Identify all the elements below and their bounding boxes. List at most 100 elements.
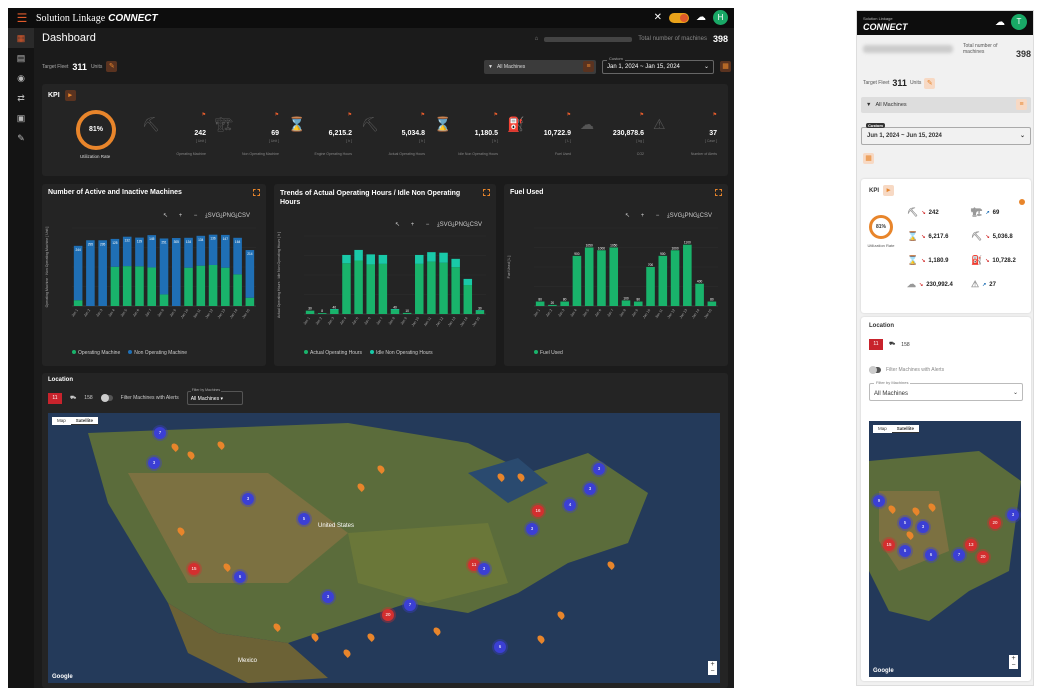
machine-cluster-marker[interactable]: 4 xyxy=(564,499,576,511)
bar[interactable] xyxy=(171,238,181,306)
bar[interactable] xyxy=(633,301,643,306)
bar[interactable] xyxy=(233,274,242,306)
bar[interactable] xyxy=(670,250,680,306)
bar[interactable] xyxy=(73,300,83,306)
bar[interactable] xyxy=(98,240,107,306)
expand-icon[interactable] xyxy=(253,189,260,196)
calendar-button[interactable]: ▦ xyxy=(720,61,731,72)
machine-cluster-marker[interactable]: 6 xyxy=(925,549,937,561)
bar[interactable] xyxy=(147,267,157,306)
bar[interactable] xyxy=(572,255,582,306)
bar[interactable] xyxy=(196,265,206,306)
bar[interactable] xyxy=(86,240,95,306)
alert-cluster-marker[interactable]: 16 xyxy=(532,505,544,517)
bar[interactable] xyxy=(342,254,351,264)
alert-cluster-marker[interactable]: 20 xyxy=(382,609,394,621)
bar[interactable] xyxy=(475,310,485,314)
map-tab-satellite[interactable]: Satellite xyxy=(70,417,99,425)
machine-cluster-marker[interactable]: 5 xyxy=(298,513,310,525)
mobile-edit-target-button[interactable]: ✎ xyxy=(924,77,936,89)
bar[interactable] xyxy=(646,267,655,306)
bar[interactable] xyxy=(427,261,436,314)
zoom-out-button[interactable]: − xyxy=(1009,662,1018,669)
alert-cluster-marker[interactable]: 13 xyxy=(965,539,977,551)
bar[interactable] xyxy=(366,254,375,265)
mobile-avatar[interactable]: T xyxy=(1011,14,1027,30)
edit-target-button[interactable]: ✎ xyxy=(106,61,118,72)
machine-cluster-marker[interactable]: 6 xyxy=(234,571,246,583)
mobile-kpi-settings-button[interactable]: ▸ xyxy=(883,185,895,196)
mobile-calendar-button[interactable]: ▦ xyxy=(863,153,874,164)
bar[interactable] xyxy=(707,301,717,306)
filter-alerts-toggle[interactable] xyxy=(100,394,113,402)
bar[interactable] xyxy=(597,250,606,306)
sidebar-dashboard-icon[interactable]: ▦ xyxy=(8,28,34,48)
mobile-map-tab-satellite[interactable]: Satellite xyxy=(891,425,920,433)
bar[interactable] xyxy=(184,267,193,306)
bar[interactable] xyxy=(451,267,460,314)
bar[interactable] xyxy=(415,254,424,264)
bar[interactable] xyxy=(135,266,144,306)
mobile-date-range-picker[interactable]: Custom Jun 1, 2024 ~ Jun 15, 2024 ⌄ xyxy=(861,123,1031,145)
bar[interactable] xyxy=(548,304,557,306)
zoom-controls[interactable]: + − xyxy=(708,661,717,675)
bar[interactable] xyxy=(439,252,448,263)
bar[interactable] xyxy=(159,294,169,306)
zoom-in-button[interactable]: + xyxy=(1009,655,1018,662)
bar[interactable] xyxy=(683,244,692,306)
machine-cluster-marker[interactable]: 3 xyxy=(242,493,254,505)
user-avatar[interactable]: H xyxy=(713,10,728,25)
machine-cluster-marker[interactable]: 7 xyxy=(404,599,416,611)
bar[interactable] xyxy=(463,285,473,314)
machine-cluster-marker[interactable]: 3 xyxy=(322,591,334,603)
machine-cluster-marker[interactable]: 5 xyxy=(899,517,911,529)
alert-cluster-marker[interactable]: 20 xyxy=(989,517,1001,529)
legend-item[interactable]: Idle Non Operating Hours xyxy=(369,350,433,356)
machine-cluster-marker[interactable]: 3 xyxy=(526,523,538,535)
machine-cluster-marker[interactable]: 3 xyxy=(593,463,605,475)
bar[interactable] xyxy=(245,297,255,306)
machine-cluster-marker[interactable]: 6 xyxy=(899,545,911,557)
bar[interactable] xyxy=(378,254,388,264)
bar[interactable] xyxy=(330,309,339,314)
bar[interactable] xyxy=(354,249,363,261)
alert-cluster-marker[interactable]: 15 xyxy=(883,539,895,551)
bar[interactable] xyxy=(366,264,375,314)
mobile-location-map[interactable]: Map Satellite 9 5 3 20 3 15 6 6 7 13 20 Google + − xyxy=(869,421,1021,677)
map-tab-map[interactable]: Map xyxy=(52,417,71,425)
machine-cluster-marker[interactable]: 3 xyxy=(1007,509,1019,521)
close-x-icon[interactable]: ✕ xyxy=(654,12,662,23)
expand-icon[interactable] xyxy=(483,189,490,196)
bar[interactable] xyxy=(342,263,351,314)
machine-cluster-marker[interactable]: 7 xyxy=(953,549,965,561)
legend-item[interactable]: Operating Machine xyxy=(72,350,120,356)
mobile-zoom-controls[interactable]: + − xyxy=(1009,655,1018,669)
bar[interactable] xyxy=(451,258,460,268)
bar[interactable] xyxy=(390,308,400,310)
bar[interactable] xyxy=(427,252,436,262)
alert-cluster-marker[interactable]: 15 xyxy=(188,563,200,575)
mobile-map-tab-map[interactable]: Map xyxy=(873,425,892,433)
bar[interactable] xyxy=(378,263,388,314)
mobile-machine-filter[interactable]: ▼ All Machines ≡ xyxy=(861,97,1031,113)
mobile-filter-options-button[interactable]: ≡ xyxy=(1016,99,1027,110)
kpi-settings-button[interactable]: ▸ xyxy=(64,90,76,101)
bar[interactable] xyxy=(354,260,363,314)
hamburger-menu-icon[interactable]: ☰ xyxy=(8,11,36,25)
cloud-settings-icon[interactable]: ☁ xyxy=(995,17,1005,28)
bar[interactable] xyxy=(159,238,169,295)
date-range-picker[interactable]: Custom Jan 1, 2024 ~ Jan 15, 2024 ⌄ xyxy=(602,56,714,74)
bar[interactable] xyxy=(317,313,327,314)
bar[interactable] xyxy=(330,308,339,310)
sidebar-analytics-icon[interactable]: ✎ xyxy=(8,128,34,148)
sidebar-reports-icon[interactable]: ▣ xyxy=(8,108,34,128)
bar[interactable] xyxy=(122,266,132,306)
bar[interactable] xyxy=(221,267,230,306)
sidebar-routes-icon[interactable]: ⇄ xyxy=(8,88,34,108)
machine-cluster-marker[interactable]: 7 xyxy=(154,427,166,439)
machine-cluster-marker[interactable]: 3 xyxy=(478,563,490,575)
notification-toggle[interactable] xyxy=(669,12,689,23)
bar[interactable] xyxy=(305,310,315,314)
bar[interactable] xyxy=(208,264,218,306)
bar[interactable] xyxy=(390,309,400,314)
